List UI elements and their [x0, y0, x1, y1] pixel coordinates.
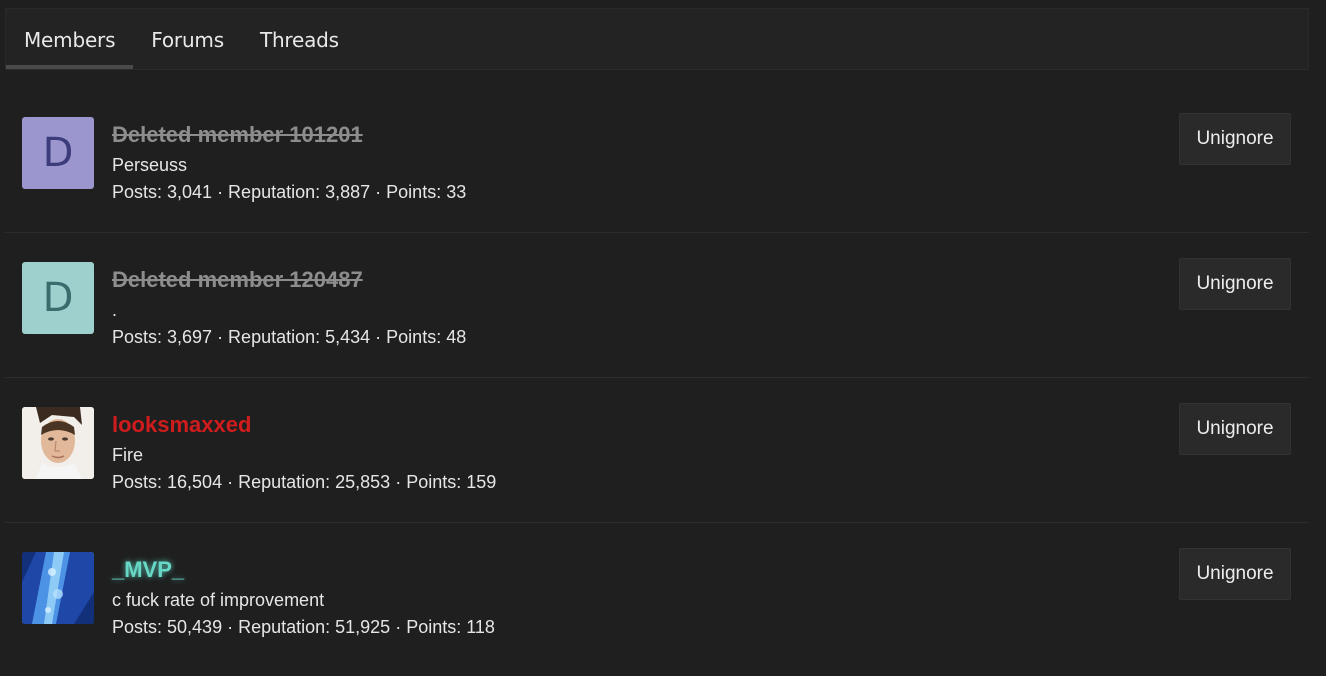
member-username: Deleted member 120487	[112, 267, 363, 292]
member-stats: Posts: 16,504 · Reputation: 25,853 · Poi…	[112, 472, 497, 492]
member-info: Deleted member 101201 Perseuss Posts: 3,…	[112, 122, 466, 203]
abstract-blue-image	[22, 552, 94, 624]
tab-forums[interactable]: Forums	[133, 9, 242, 69]
member-username: looksmaxxed	[112, 412, 252, 437]
member-info: _MVP_ c fuck rate of improvement Posts: …	[112, 557, 495, 638]
avatar-letter: D	[42, 130, 74, 176]
member-title: Perseuss	[112, 155, 188, 175]
member-title: c fuck rate of improvement	[112, 590, 325, 610]
avatar[interactable]: D	[22, 262, 94, 334]
tab-bar: Members Forums Threads	[5, 8, 1309, 70]
member-row: _MVP_ c fuck rate of improvement Posts: …	[5, 523, 1309, 668]
member-title: .	[112, 300, 118, 320]
member-row: D Deleted member 120487 . Posts: 3,697 ·…	[5, 233, 1309, 378]
member-row: looksmaxxed Fire Posts: 16,504 · Reputat…	[5, 378, 1309, 523]
avatar-letter: D	[42, 275, 74, 321]
member-stats: Posts: 3,697 · Reputation: 5,434 · Point…	[112, 327, 467, 347]
member-username: _MVP_	[112, 557, 185, 582]
tab-members[interactable]: Members	[6, 9, 134, 69]
unignore-button[interactable]: Unignore	[1179, 548, 1291, 600]
member-row: D Deleted member 101201 Perseuss Posts: …	[5, 88, 1309, 233]
unignore-button[interactable]: Unignore	[1179, 403, 1291, 455]
member-title: Fire	[112, 445, 143, 465]
tab-threads[interactable]: Threads	[242, 9, 357, 69]
member-stats: Posts: 3,041 · Reputation: 3,887 · Point…	[112, 182, 467, 202]
avatar[interactable]: D	[22, 117, 94, 189]
ignored-list-panel: Members Forums Threads D Deleted member …	[5, 8, 1309, 637]
ignored-members-list: D Deleted member 101201 Perseuss Posts: …	[5, 88, 1309, 668]
avatar[interactable]	[22, 552, 94, 624]
member-username: Deleted member 101201	[112, 122, 363, 147]
member-info: looksmaxxed Fire Posts: 16,504 · Reputat…	[112, 412, 496, 493]
face-portrait-image	[22, 407, 94, 479]
avatar[interactable]	[22, 407, 94, 479]
unignore-button[interactable]: Unignore	[1179, 258, 1291, 310]
unignore-button[interactable]: Unignore	[1179, 113, 1291, 165]
member-stats: Posts: 50,439 · Reputation: 51,925 · Poi…	[112, 617, 495, 637]
member-info: Deleted member 120487 . Posts: 3,697 · R…	[112, 267, 466, 348]
